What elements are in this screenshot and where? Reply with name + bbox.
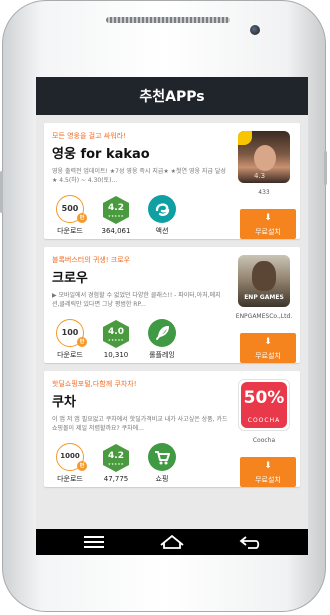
install-label: 무료설치 — [255, 476, 281, 484]
rating-value: 4.2 — [108, 451, 124, 461]
promo-text: 핫딜쇼핑포털,다함께 쿠차차! — [52, 380, 137, 388]
downloads-unit-badge: 만 — [77, 461, 87, 471]
feather-icon — [148, 319, 176, 347]
downloads-stat: 500 만 다운로드 — [50, 195, 90, 236]
icon-brand-text: COOCHA — [247, 417, 281, 424]
developer-name: 433 — [258, 189, 270, 196]
category-stat: 액션 — [142, 195, 182, 236]
install-label: 무료설치 — [255, 228, 281, 236]
rating-hexagon: 4.0 ★★★★★ — [103, 320, 129, 348]
menu-icon[interactable] — [76, 533, 112, 551]
screen: 추천APPs 모든 영웅을 걸고 싸워라! 영웅 for kakao 영웅 출력… — [36, 77, 308, 555]
icon-face-shape — [254, 145, 276, 171]
rating-count: 47,775 — [103, 475, 129, 483]
app-description: 이 앱 저 앱 필요없고 쿠차에서 핫딜가격비교 내가 사고싶은 상품, 카드 … — [52, 416, 228, 432]
home-icon[interactable] — [154, 533, 190, 551]
app-name: 크로우 — [52, 271, 88, 286]
downloads-circle: 100 만 — [56, 319, 87, 347]
downloads-value: 1000 — [60, 452, 80, 460]
icon-figure-shape — [252, 261, 276, 291]
rating-value: 4.2 — [108, 203, 124, 213]
speaker-grille — [106, 17, 230, 23]
rating-hexagon: 4.2 ★★★★★ — [103, 196, 129, 224]
promo-text: 모든 영웅을 걸고 싸워라! — [52, 132, 126, 140]
app-card[interactable]: 블록버스터의 귀생! 크로우 크로우 ▶ 모바일에서 경험할 수 없었던 다양한… — [44, 247, 300, 363]
download-icon: ⬇ — [264, 461, 272, 471]
rating-stat: 4.2 ★★★★★ 364,061 — [96, 195, 136, 235]
icon-level-text: 4.3 — [254, 172, 266, 180]
rating-stars-icon: ★★★★★ — [108, 214, 124, 218]
page-title: 추천APPs — [139, 89, 205, 105]
app-icon: ENP GAMES — [238, 255, 290, 307]
downloads-stat: 100 만 다운로드 — [50, 319, 90, 360]
category-label: 롤플레잉 — [149, 351, 175, 359]
icon-corner-badge — [238, 131, 252, 145]
install-button[interactable]: ⬇ 무료설치 — [240, 209, 296, 239]
category-stat: 쇼핑 — [142, 443, 182, 484]
app-name: 쿠차 — [52, 395, 76, 410]
install-button[interactable]: ⬇ 무료설치 — [240, 333, 296, 363]
back-icon[interactable] — [232, 533, 268, 551]
rating-hexagon: 4.2 ★★★★★ — [103, 444, 129, 472]
downloads-unit-badge: 만 — [77, 213, 87, 223]
app-description: ▶ 모바일에서 경험할 수 없었던 다양한 클래스!! - 파이터,아처,메지션… — [52, 292, 221, 308]
developer-name: Coocha — [252, 437, 276, 444]
downloads-circle: 1000 만 — [56, 443, 87, 471]
system-nav-bar — [36, 529, 308, 555]
app-name: 영웅 for kakao — [52, 147, 150, 162]
downloads-value: 100 — [61, 328, 79, 337]
volume-button — [0, 171, 3, 213]
app-card[interactable]: 모든 영웅을 걸고 싸워라! 영웅 for kakao 영웅 출력전 업데이트!… — [44, 123, 300, 239]
action-icon — [148, 195, 176, 223]
download-icon: ⬇ — [264, 337, 272, 347]
app-icon: 50% COOCHA — [238, 379, 290, 431]
icon-percent-text: 50% — [243, 388, 285, 408]
cart-icon — [148, 443, 176, 471]
developer-name: ENPGAMESCo.,Ltd. — [235, 313, 293, 320]
promo-text: 블록버스터의 귀생! 크로우 — [52, 256, 131, 264]
downloads-unit-badge: 만 — [77, 337, 87, 347]
rating-stat: 4.2 ★★★★★ 47,775 — [96, 443, 136, 483]
power-button — [324, 151, 327, 185]
downloads-label: 다운로드 — [57, 351, 83, 359]
category-stat: 롤플레잉 — [142, 319, 182, 360]
downloads-circle: 500 만 — [56, 195, 87, 223]
app-icon: 4.3 — [238, 131, 290, 183]
downloads-label: 다운로드 — [57, 475, 83, 483]
download-icon: ⬇ — [264, 213, 272, 223]
rating-count: 10,310 — [103, 351, 129, 359]
category-label: 액션 — [155, 227, 169, 235]
app-description: 영웅 출력전 업데이트! ★7성 영웅 즉시 지급★ ★첫연 영웅 지급 달성★… — [52, 168, 226, 184]
rating-value: 4.0 — [108, 327, 124, 337]
rating-stat: 4.0 ★★★★★ 10,310 — [96, 319, 136, 359]
icon-brand-text: ENP GAMES — [244, 294, 284, 301]
app-card[interactable]: 핫딜쇼핑포털,다함께 쿠차차! 쿠차 이 앱 저 앱 필요없고 쿠차에서 핫딜가… — [44, 371, 300, 487]
downloads-stat: 1000 만 다운로드 — [50, 443, 90, 484]
install-button[interactable]: ⬇ 무료설치 — [240, 457, 296, 487]
install-label: 무료설치 — [255, 352, 281, 360]
category-label: 쇼핑 — [155, 475, 169, 483]
rating-count: 364,061 — [101, 227, 131, 235]
rating-stars-icon: ★★★★★ — [108, 338, 124, 342]
app-bar: 추천APPs — [36, 77, 308, 115]
downloads-value: 500 — [61, 204, 79, 213]
rating-stars-icon: ★★★★★ — [108, 462, 124, 466]
downloads-label: 다운로드 — [57, 227, 83, 235]
front-camera — [250, 25, 260, 35]
phone-frame: 추천APPs 모든 영웅을 걸고 싸워라! 영웅 for kakao 영웅 출력… — [0, 0, 327, 612]
